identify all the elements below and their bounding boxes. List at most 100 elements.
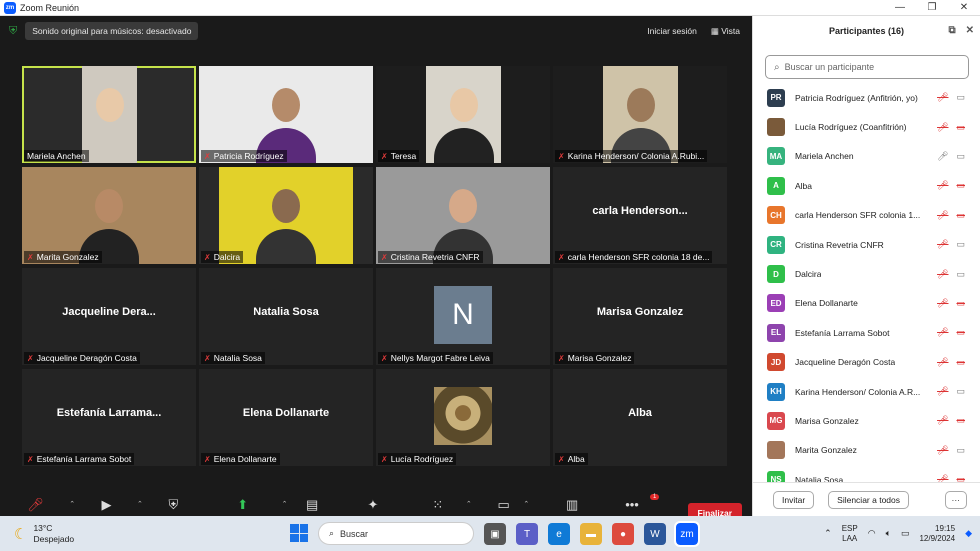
tile-name: Jacqueline Deragón Costa bbox=[36, 353, 137, 363]
chevron-up-icon[interactable]: ⌃ bbox=[466, 500, 472, 508]
mic-muted-icon[interactable]: 🎤︎ bbox=[937, 298, 948, 309]
video-tile[interactable]: ✗ Dalcira bbox=[199, 167, 373, 264]
mute-all-button[interactable]: Silenciar a todos bbox=[828, 490, 909, 509]
popout-icon[interactable]: ⧉ bbox=[948, 25, 955, 36]
video-tile[interactable]: N ✗ Nellys Margot Fabre Leiva bbox=[376, 268, 550, 365]
original-sound-status[interactable]: Sonido original para músicos: desactivad… bbox=[25, 22, 199, 40]
video-tile[interactable]: Elena Dollanarte ✗ Elena Dollanarte bbox=[199, 369, 373, 466]
video-camera-icon[interactable]: ▭ bbox=[956, 92, 965, 103]
video-off-icon[interactable]: ▭ bbox=[956, 327, 965, 338]
participant-row[interactable]: ED Elena Dollanarte 🎤︎ ▭ bbox=[753, 289, 980, 318]
mic-muted-icon[interactable]: 🎤︎ bbox=[937, 445, 948, 456]
weather-widget[interactable]: ☾ 13°C Despejado bbox=[14, 523, 74, 545]
chevron-up-icon[interactable]: ⌃ bbox=[69, 500, 75, 508]
participant-row[interactable]: CR Cristina Revetria CNFR 🎤︎ ▭ bbox=[753, 230, 980, 259]
search-icon: ⌕ bbox=[329, 528, 335, 538]
video-off-icon[interactable]: ▭ bbox=[956, 415, 965, 426]
video-off-icon[interactable]: ▭ bbox=[956, 122, 965, 133]
participant-row[interactable]: MG Marisa Gonzalez 🎤︎ ▭ bbox=[753, 406, 980, 435]
notification-icon[interactable]: ◆ bbox=[965, 528, 972, 539]
edge-icon[interactable]: e bbox=[548, 523, 570, 545]
video-camera-icon[interactable]: ▭ bbox=[956, 445, 965, 456]
mic-muted-icon[interactable]: 🎤︎ bbox=[937, 210, 948, 221]
mic-muted-icon[interactable]: 🎤︎ bbox=[937, 386, 948, 397]
mic-muted-icon[interactable]: 🎤︎ bbox=[937, 327, 948, 338]
mic-muted-icon[interactable]: 🎤︎ bbox=[937, 357, 948, 368]
chevron-up-icon[interactable]: ⌃ bbox=[282, 500, 288, 508]
video-tile[interactable]: ✗ Lucía Rodríguez bbox=[376, 369, 550, 466]
windows-start-icon[interactable] bbox=[290, 524, 308, 542]
video-tile[interactable]: Alba ✗ Alba bbox=[553, 369, 727, 466]
participant-row[interactable]: JD Jacqueline Deragón Costa 🎤︎ ▭ bbox=[753, 348, 980, 377]
video-camera-icon[interactable]: ▭ bbox=[956, 239, 965, 250]
profile-avatar: N bbox=[434, 286, 492, 344]
video-tile[interactable]: Natalia Sosa ✗ Natalia Sosa bbox=[199, 268, 373, 365]
video-tile[interactable]: carla Henderson... ✗ carla Henderson SFR c… bbox=[553, 167, 727, 264]
participant-row[interactable]: Lucía Rodríguez (Coanfitrión) 🎤︎ ▭ bbox=[753, 112, 980, 141]
mic-muted-icon[interactable]: 🎤︎ bbox=[937, 180, 948, 191]
teams-icon[interactable]: T bbox=[516, 523, 538, 545]
mic-muted-icon[interactable]: 🎤︎ bbox=[937, 239, 948, 250]
video-tile[interactable]: Jacqueline Dera... ✗ Jacqueline Deragón Co… bbox=[22, 268, 196, 365]
file-explorer-icon[interactable]: ▬ bbox=[580, 523, 602, 545]
participant-row[interactable]: PR Patricia Rodríguez (Anfitrión, yo) 🎤︎ ▭ bbox=[753, 83, 980, 112]
video-tile[interactable]: Mariela Anchen bbox=[22, 66, 196, 163]
video-tile[interactable]: ✗ Cristina Revetria CNFR bbox=[376, 167, 550, 264]
participant-avatar: MG bbox=[767, 411, 785, 430]
word-icon[interactable]: W bbox=[644, 523, 666, 545]
minimize-icon[interactable]: — bbox=[884, 2, 916, 13]
mic-muted-icon[interactable]: 🎤︎ bbox=[937, 122, 948, 133]
participant-search-input[interactable]: ⌕ Buscar un participante bbox=[765, 55, 969, 79]
video-camera-icon[interactable]: ▭ bbox=[956, 151, 965, 162]
tray-chevron-icon[interactable]: ⌃ bbox=[824, 528, 832, 539]
mic-muted-icon[interactable]: 🎤︎ bbox=[937, 92, 948, 103]
mic-muted-icon[interactable]: 🎤︎ bbox=[937, 269, 948, 280]
encryption-shield-icon[interactable]: ⛨ bbox=[9, 25, 17, 38]
close-panel-icon[interactable]: ✕ bbox=[966, 25, 974, 36]
zoom-taskbar-icon[interactable]: zm bbox=[674, 521, 700, 547]
chevron-up-icon[interactable]: ⌃ bbox=[523, 500, 529, 508]
video-tile[interactable]: ✗ Teresa bbox=[376, 66, 550, 163]
maximize-icon[interactable]: ❐ bbox=[916, 2, 948, 13]
wifi-icon[interactable]: ◠ bbox=[868, 528, 876, 539]
mic-muted-icon: ✗ bbox=[558, 353, 565, 363]
video-camera-icon[interactable]: ▭ bbox=[956, 269, 965, 280]
participant-row[interactable]: D Dalcira 🎤︎ ▭ bbox=[753, 259, 980, 288]
volume-icon[interactable]: 🔈︎ bbox=[886, 528, 891, 539]
tile-name: carla Henderson SFR colonia 18 de... bbox=[567, 252, 710, 262]
video-camera-icon[interactable]: ▭ bbox=[956, 386, 965, 397]
close-icon[interactable]: ✕ bbox=[948, 2, 980, 13]
participant-row[interactable]: NS Natalia Sosa 🎤︎ ▭ bbox=[753, 465, 980, 483]
video-off-icon[interactable]: ▭ bbox=[956, 210, 965, 221]
mic-muted-icon[interactable]: 🎤︎ bbox=[937, 415, 948, 426]
participant-row[interactable]: Marita Gonzalez 🎤︎ ▭ bbox=[753, 436, 980, 465]
video-off-icon[interactable]: ▭ bbox=[956, 298, 965, 309]
video-tile[interactable]: ✗ Patricia Rodríguez bbox=[199, 66, 373, 163]
video-off-icon[interactable]: ▭ bbox=[956, 180, 965, 191]
clock[interactable]: 19:15 12/9/2024 bbox=[919, 524, 955, 544]
chrome-icon[interactable]: ● bbox=[612, 523, 634, 545]
task-view-icon[interactable]: ▣ bbox=[484, 523, 506, 545]
tile-display-name: Marisa Gonzalez bbox=[596, 306, 684, 318]
mic-icon[interactable]: 🎤︎ bbox=[937, 151, 948, 162]
participant-avatar: KH bbox=[767, 382, 785, 401]
video-tile[interactable]: ✗ Marita Gonzalez bbox=[22, 167, 196, 264]
invite-button[interactable]: Invitar bbox=[773, 490, 815, 509]
video-tile[interactable]: Marisa Gonzalez ✗ Marisa Gonzalez bbox=[553, 268, 727, 365]
language-indicator[interactable]: ESP LAA bbox=[842, 524, 858, 544]
sign-in-button[interactable]: Iniciar sesión bbox=[647, 26, 697, 37]
participant-row[interactable]: CH carla Henderson SFR colonia 1... 🎤︎ ▭ bbox=[753, 201, 980, 230]
battery-icon[interactable]: ▭ bbox=[901, 528, 910, 539]
video-off-icon[interactable]: ▭ bbox=[956, 357, 965, 368]
participant-row[interactable]: A Alba 🎤︎ ▭ bbox=[753, 171, 980, 200]
video-tile[interactable]: Estefanía Larrama... ✗ Estefanía Larrama S… bbox=[22, 369, 196, 466]
view-button[interactable]: ▦ Vista bbox=[711, 26, 740, 37]
chevron-up-icon[interactable]: ⌃ bbox=[137, 500, 143, 508]
participant-row[interactable]: MA Mariela Anchen 🎤︎ ▭ bbox=[753, 142, 980, 171]
participant-row[interactable]: KH Karina Henderson/ Colonia A.R... 🎤︎ ▭ bbox=[753, 377, 980, 406]
taskbar-search[interactable]: ⌕ Buscar bbox=[318, 522, 474, 545]
participant-row[interactable]: EL Estefanía Larrama Sobot 🎤︎ ▭ bbox=[753, 318, 980, 347]
more-options-button[interactable]: ··· bbox=[944, 490, 967, 509]
video-tile[interactable]: ✗ Karina Henderson/ Colonia A.Rubi... bbox=[553, 66, 727, 163]
participant-avatar: CH bbox=[767, 206, 785, 225]
